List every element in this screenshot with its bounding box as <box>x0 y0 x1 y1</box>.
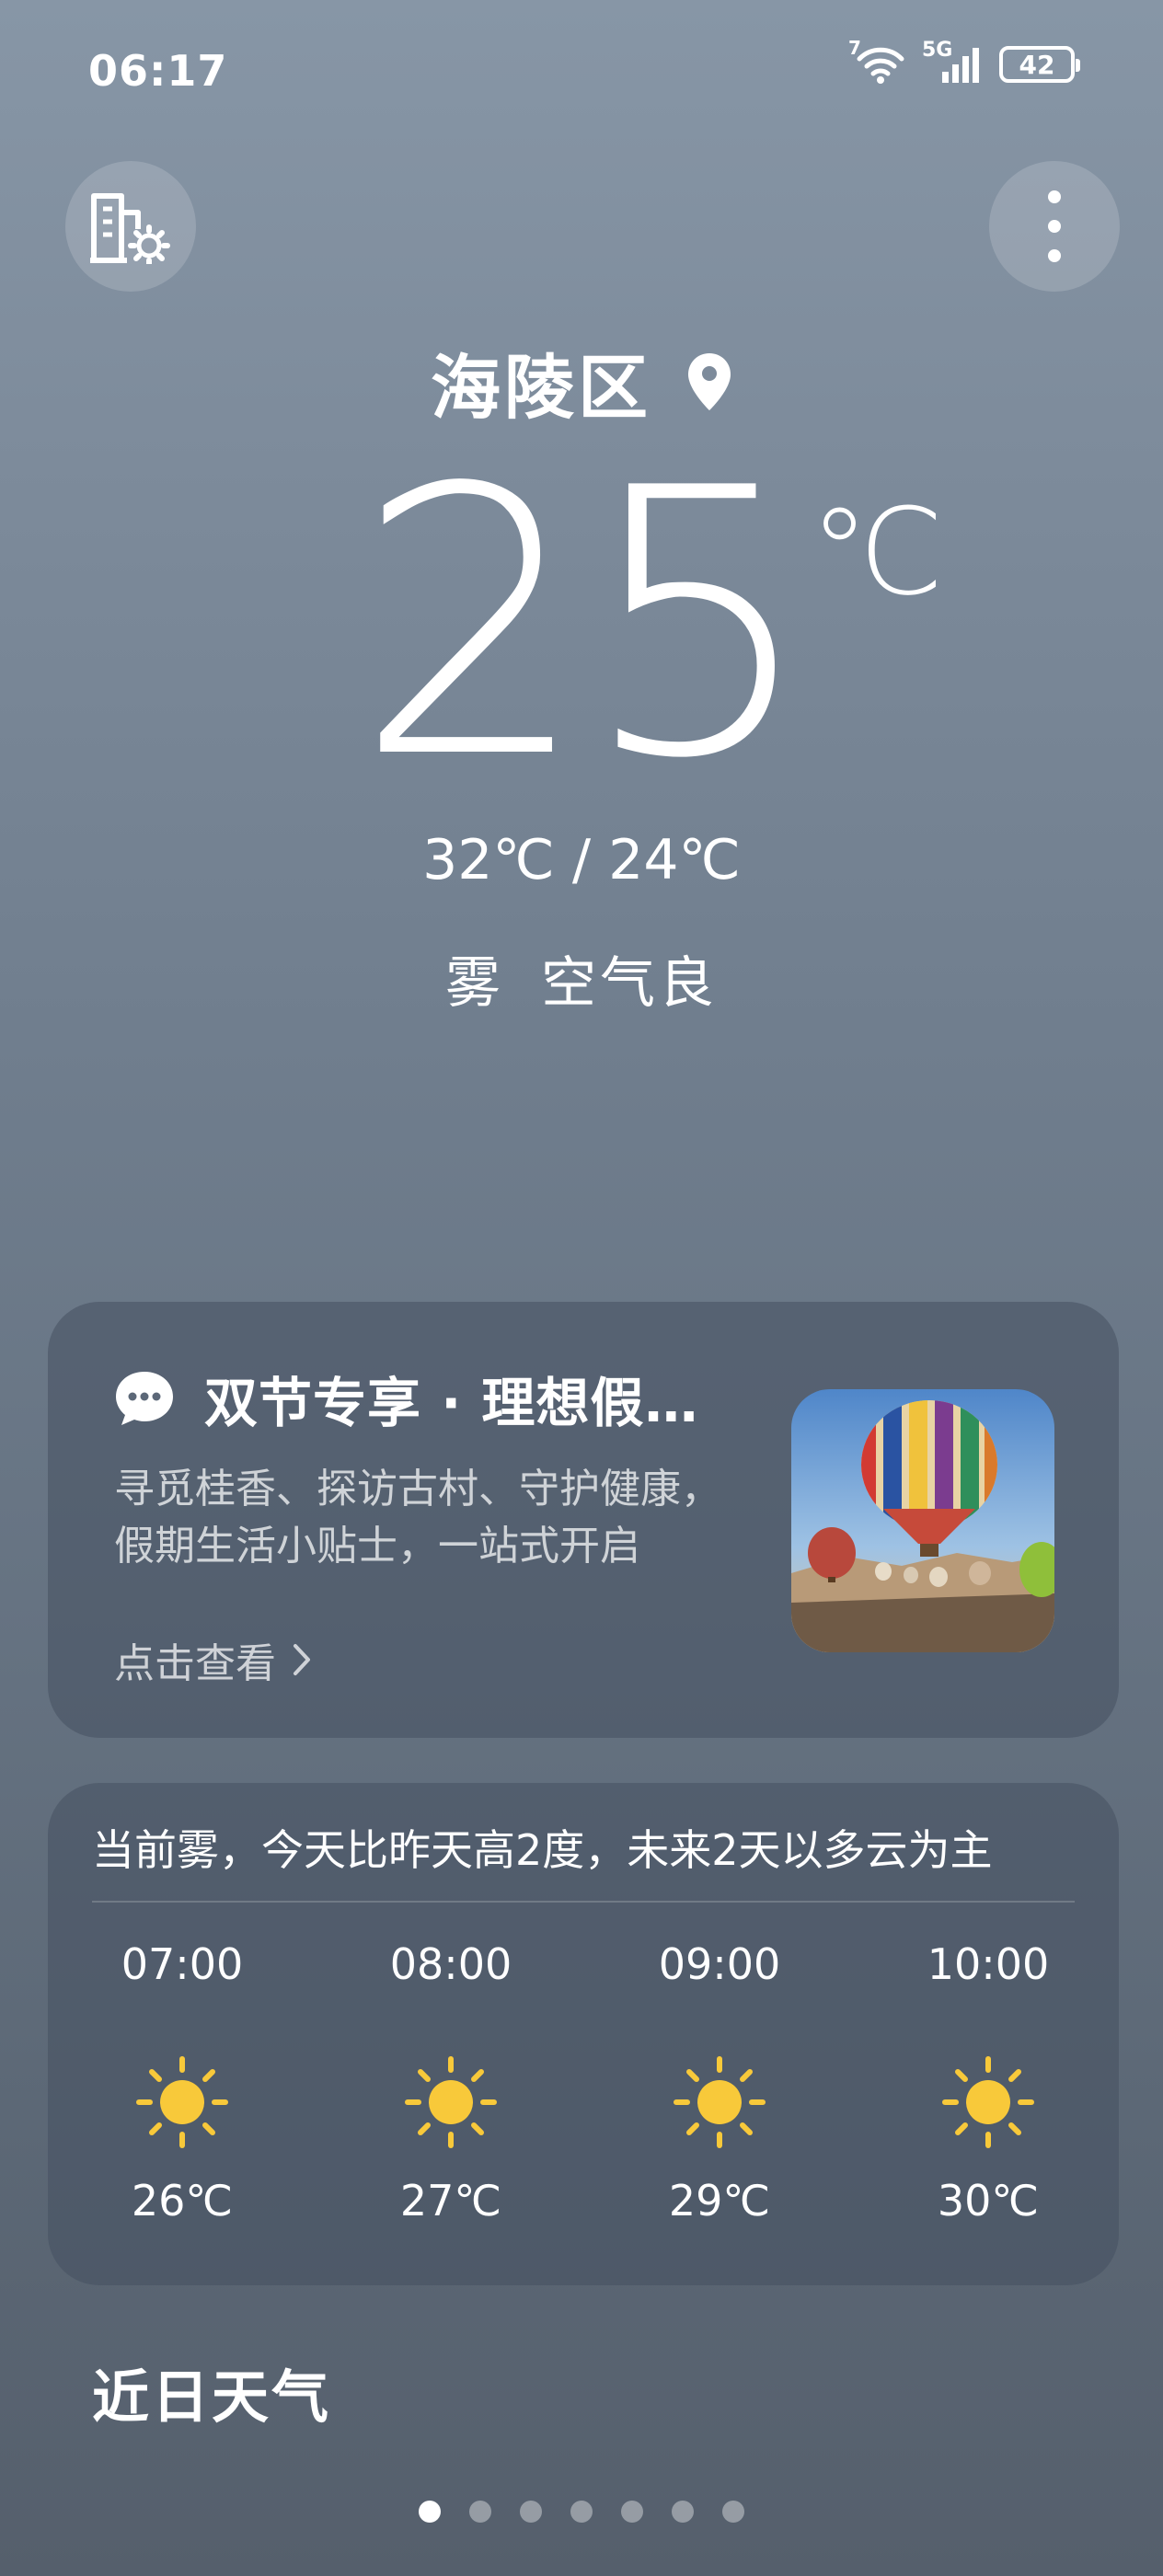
sunny-icon <box>938 2047 1039 2157</box>
promo-title: 双节专享 · 理想假… <box>204 1372 699 1434</box>
condition-row: 雾 空气良 <box>0 938 1163 1018</box>
wifi-icon: 7 <box>848 37 907 85</box>
page-dot[interactable] <box>621 2501 643 2523</box>
promo-title-row: 双节专享 · 理想假… <box>114 1360 698 1437</box>
hour-time: 10:00 <box>927 1939 1050 1989</box>
battery-level: 42 <box>1019 49 1055 80</box>
promo-description: 寻觅桂香、探访古村、守护健康， 假期生活小贴士，一站式开启 <box>114 1461 758 1575</box>
hot-air-balloon-image <box>791 1389 1054 1652</box>
promo-view-link[interactable]: 点击查看 <box>114 1630 311 1689</box>
more-button[interactable] <box>989 161 1120 292</box>
temperature-unit: ℃ <box>810 482 944 622</box>
recent-weather-title: 近日天气 <box>92 2363 332 2431</box>
chevron-right-icon <box>294 1644 310 1675</box>
signal-icon: 5G <box>922 39 985 85</box>
divider <box>92 1901 1075 1903</box>
sunny-icon <box>400 2047 501 2157</box>
city-manage-button[interactable] <box>65 161 196 292</box>
page-indicator[interactable] <box>0 2501 1163 2523</box>
hour-item: 08:00 27℃ <box>350 1927 552 2225</box>
page-dot[interactable] <box>469 2501 491 2523</box>
hour-temperature: 27℃ <box>399 2176 502 2225</box>
weather-condition: 雾 <box>445 951 504 1016</box>
page-dot[interactable] <box>520 2501 542 2523</box>
location-pin-icon <box>688 353 731 410</box>
page-dot[interactable] <box>672 2501 694 2523</box>
hour-item: 10:00 30℃ <box>887 1927 1089 2225</box>
current-temperature: 25 <box>354 411 816 839</box>
page-dot[interactable] <box>722 2501 744 2523</box>
status-time: 06:17 <box>88 46 228 96</box>
network-type: 5G <box>922 39 953 62</box>
hour-item: 09:00 29℃ <box>618 1927 821 2225</box>
air-quality[interactable]: 空气良 <box>541 938 718 1018</box>
status-icons: 7 5G 42 <box>848 37 1080 85</box>
chat-bubble-icon <box>116 1372 173 1425</box>
wifi-badge: 7 <box>848 37 861 59</box>
promo-description-line1: 寻觅桂香、探访古村、守护健康， <box>114 1466 721 1512</box>
sunny-icon <box>132 2047 233 2157</box>
page-dot[interactable] <box>419 2501 441 2523</box>
hour-temperature: 26℃ <box>131 2176 234 2225</box>
hour-temperature: 30℃ <box>937 2176 1040 2225</box>
hour-time: 09:00 <box>658 1939 781 1989</box>
promo-link-label: 点击查看 <box>114 1640 276 1687</box>
city-settings-icon <box>90 193 170 264</box>
page-dot[interactable] <box>570 2501 593 2523</box>
hour-time: 07:00 <box>121 1939 244 1989</box>
more-vertical-icon <box>1048 190 1061 262</box>
hour-item: 07:00 26℃ <box>81 1927 283 2225</box>
hour-temperature: 29℃ <box>668 2176 771 2225</box>
sunny-icon <box>669 2047 770 2157</box>
promo-image[interactable] <box>791 1389 1054 1652</box>
hour-time: 08:00 <box>389 1939 512 1989</box>
battery-icon: 42 <box>999 46 1080 83</box>
high-low-temperature: 32℃ / 24℃ <box>422 828 741 892</box>
hourly-summary: 当前雾，今天比昨天高2度，未来2天以多云为主 <box>92 1825 993 1875</box>
temp-row: 25 <box>0 411 1163 839</box>
promo-description-line2: 假期生活小贴士，一站式开启 <box>114 1523 640 1570</box>
